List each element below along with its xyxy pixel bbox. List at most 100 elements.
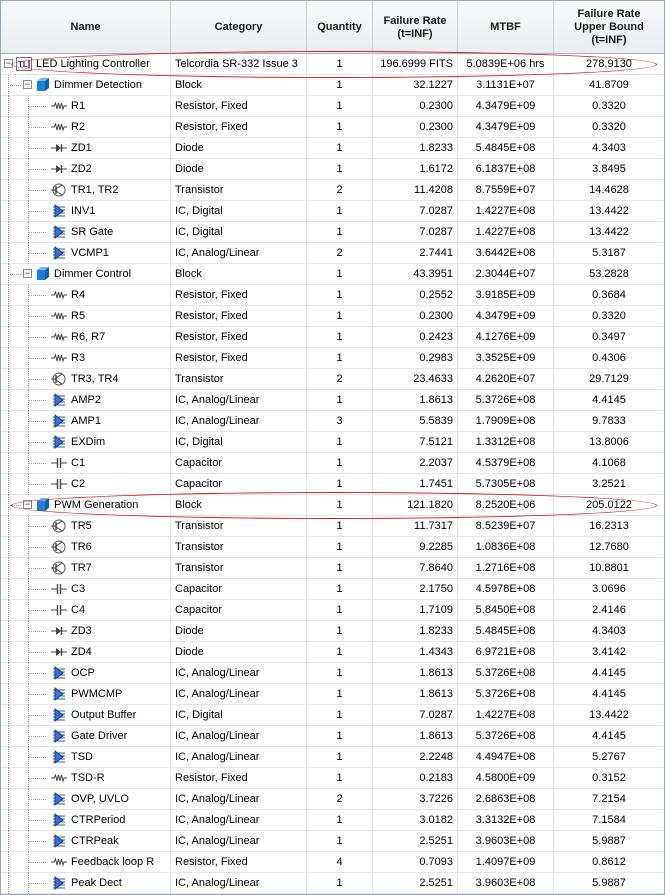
table-row[interactable]: TR3, TR4 Transistor 2 23.4633 4.2620E+07 29.7… — [1, 369, 664, 390]
quantity-cell: 1 — [307, 117, 373, 138]
table-row[interactable]: Output Buffer IC, Digital 1 7.0287 1.4227E+0… — [1, 705, 664, 726]
failure-rate-cell: 9.2285 — [373, 537, 458, 558]
table-row[interactable]: OVP, UVLO IC, Analog/Linear 2 3.7226 2.6863E… — [1, 789, 664, 810]
tree-connector-line — [8, 705, 9, 726]
table-row[interactable]: Peak Dect IC, Analog/Linear 1 2.5251 3.9603E… — [1, 873, 664, 894]
tree-connector-line — [28, 883, 46, 884]
upper-bound-cell: 3.8495 — [592, 163, 626, 175]
table-row[interactable]: PWMCMP IC, Analog/Linear 1 1.8613 5.3726E+08… — [1, 684, 664, 705]
table-row[interactable]: AMP2 IC, Analog/Linear 1 1.8613 5.3726E+08 4.… — [1, 390, 664, 411]
table-row[interactable]: Feedback loop R Resistor, Fixed 4 0.7093 1.4… — [1, 852, 664, 873]
upper-bound-cell: 5.2767 — [592, 751, 626, 763]
name-cell: − Dimmer Control — [1, 264, 171, 285]
name-cell: − PWM Generation — [1, 495, 171, 516]
tree-connector-line — [8, 558, 9, 579]
item-name: SR Gate — [71, 226, 114, 238]
category-cell: Resistor, Fixed — [171, 96, 307, 117]
table-row[interactable]: R3 Resistor, Fixed 1 0.2983 3.3525E+09 0.4306 — [1, 348, 664, 369]
ic-icon — [51, 246, 67, 260]
table-row[interactable]: TR1, TR2 Transistor 2 11.4208 8.7559E+07 14.4… — [1, 180, 664, 201]
table-row[interactable]: VCMP1 IC, Analog/Linear 2 2.7441 3.6442E+08 5… — [1, 243, 664, 264]
table-row[interactable]: Gate Driver IC, Analog/Linear 1 1.8613 5.372… — [1, 726, 664, 747]
table-row[interactable]: C3 Capacitor 1 2.1750 4.5978E+08 3.0696 — [1, 579, 664, 600]
name-cell: AMP1 — [1, 411, 171, 432]
table-row[interactable]: C4 Capacitor 1 1.7109 5.8450E+08 2.4146 — [1, 600, 664, 621]
table-row[interactable]: R5 Resistor, Fixed 1 0.2300 4.3479E+09 0.3320 — [1, 306, 664, 327]
column-header-failure-rate[interactable]: Failure Rate (t=INF) — [373, 1, 458, 54]
table-row[interactable]: AMP1 IC, Analog/Linear 3 5.5839 1.7909E+08 9.… — [1, 411, 664, 432]
ic-icon — [51, 708, 67, 722]
category-cell: IC, Analog/Linear — [171, 831, 307, 852]
column-header-mtbf[interactable]: MTBF — [458, 1, 554, 54]
mtbf-cell: 1.4227E+08 — [458, 201, 554, 222]
item-name: VCMP1 — [71, 247, 109, 259]
table-row[interactable]: R4 Resistor, Fixed 1 0.2552 3.9185E+09 0.3684 — [1, 285, 664, 306]
column-header-category[interactable]: Category — [171, 1, 307, 54]
tree-connector-line — [28, 631, 46, 632]
tree-block-row[interactable]: − Dimmer Control Block 1 43.3951 2.3044E+07 53… — [1, 264, 664, 285]
column-header-upper-bound[interactable]: Failure Rate Upper Bound (t=INF) — [554, 1, 664, 54]
table-row[interactable]: TR7 Transistor 1 7.8640 1.2716E+08 10.8801 — [1, 558, 664, 579]
collapse-toggle[interactable]: − — [23, 500, 32, 509]
quantity-cell: 4 — [307, 852, 373, 873]
table-row[interactable]: CTRPeriod IC, Analog/Linear 1 3.0182 3.3132E… — [1, 810, 664, 831]
table-row[interactable]: CTRPeak IC, Analog/Linear 1 2.5251 3.9603E+0… — [1, 831, 664, 852]
table-row[interactable]: ZD2 Diode 1 1.6172 6.1837E+08 3.8495 — [1, 159, 664, 180]
category-cell: Capacitor — [171, 453, 307, 474]
tree-root-row[interactable]: − TL LED Lighting Controller Telcordia SR-3… — [1, 54, 664, 75]
collapse-toggle[interactable]: − — [23, 80, 32, 89]
name-cell: Gate Driver — [1, 726, 171, 747]
mtbf-cell: 5.0839E+06 hrs — [458, 54, 554, 75]
name-cell: VCMP1 — [1, 243, 171, 264]
tree-connector-line — [8, 117, 9, 138]
item-name: ZD3 — [71, 625, 92, 637]
table-row[interactable]: INV1 IC, Digital 1 7.0287 1.4227E+08 13.4422 — [1, 201, 664, 222]
mtbf-cell: 5.3726E+08 — [458, 684, 554, 705]
item-name: ZD4 — [71, 646, 92, 658]
table-row[interactable]: OCP IC, Analog/Linear 1 1.8613 5.3726E+08 4.4… — [1, 663, 664, 684]
table-row[interactable]: ZD4 Diode 1 1.4343 6.9721E+08 3.4142 — [1, 642, 664, 663]
upper-bound-cell: 0.3320 — [592, 310, 626, 322]
quantity-cell: 1 — [307, 873, 373, 894]
item-name: TR1, TR2 — [71, 184, 119, 196]
table-row[interactable]: ZD3 Diode 1 1.8233 5.4845E+08 4.3403 — [1, 621, 664, 642]
table-row[interactable]: TR6 Transistor 1 9.2285 1.0836E+08 12.7680 — [1, 537, 664, 558]
column-header-quantity[interactable]: Quantity — [307, 1, 373, 54]
tree-block-row[interactable]: − PWM Generation Block 1 121.1820 8.2520E+06 2… — [1, 495, 664, 516]
tree-connector-line — [28, 757, 46, 758]
item-name: C4 — [71, 604, 86, 616]
ic-icon — [51, 393, 67, 407]
table-row[interactable]: TR5 Transistor 1 11.7317 8.5239E+07 16.2313 — [1, 516, 664, 537]
table-row[interactable]: C2 Capacitor 1 1.7451 5.7305E+08 3.2521 — [1, 474, 664, 495]
upper-bound-cell: 4.3403 — [592, 625, 626, 637]
ic-icon — [51, 204, 67, 218]
upper-bound-cell: 278.9130 — [586, 58, 632, 70]
table-row[interactable]: TSD-R Resistor, Fixed 1 0.2183 4.5800E+09 0.3… — [1, 768, 664, 789]
item-name: Output Buffer — [71, 709, 137, 721]
table-row[interactable]: R6, R7 Resistor, Fixed 1 0.2423 4.1276E+09 0.… — [1, 327, 664, 348]
tree-connector-line — [28, 547, 46, 548]
name-cell: Peak Dect — [1, 873, 171, 894]
collapse-toggle[interactable]: − — [23, 269, 32, 278]
quantity-cell: 1 — [307, 390, 373, 411]
table-row[interactable]: SR Gate IC, Digital 1 7.0287 1.4227E+08 13.44… — [1, 222, 664, 243]
upper-bound-cell: 3.0696 — [592, 583, 626, 595]
mtbf-cell: 1.4227E+08 — [458, 705, 554, 726]
tree-block-row[interactable]: − Dimmer Detection Block 1 32.1227 3.1131E+07… — [1, 75, 664, 96]
failure-rate-cell: 121.1820 — [373, 495, 458, 516]
table-row[interactable]: C1 Capacitor 1 2.2037 4.5379E+08 4.1068 — [1, 453, 664, 474]
item-name: TR3, TR4 — [71, 373, 119, 385]
table-row[interactable]: TSD IC, Analog/Linear 1 2.2248 4.4947E+08 5.2… — [1, 747, 664, 768]
table-row[interactable]: R2 Resistor, Fixed 1 0.2300 4.3479E+09 0.3320 — [1, 117, 664, 138]
item-name: INV1 — [71, 205, 96, 217]
mtbf-cell: 4.5978E+08 — [458, 579, 554, 600]
column-header-name[interactable]: Name — [1, 1, 171, 54]
table-row[interactable]: R1 Resistor, Fixed 1 0.2300 4.3479E+09 0.3320 — [1, 96, 664, 117]
quantity-cell: 2 — [307, 243, 373, 264]
collapse-toggle[interactable]: − — [4, 59, 13, 68]
table-row[interactable]: EXDim IC, Digital 1 7.5121 1.3312E+08 13.8006 — [1, 432, 664, 453]
failure-rate-cell: 7.0287 — [373, 201, 458, 222]
table-row[interactable]: ZD1 Diode 1 1.8233 5.4845E+08 4.3403 — [1, 138, 664, 159]
failure-rate-cell: 2.7441 — [373, 243, 458, 264]
category-cell: IC, Analog/Linear — [171, 390, 307, 411]
